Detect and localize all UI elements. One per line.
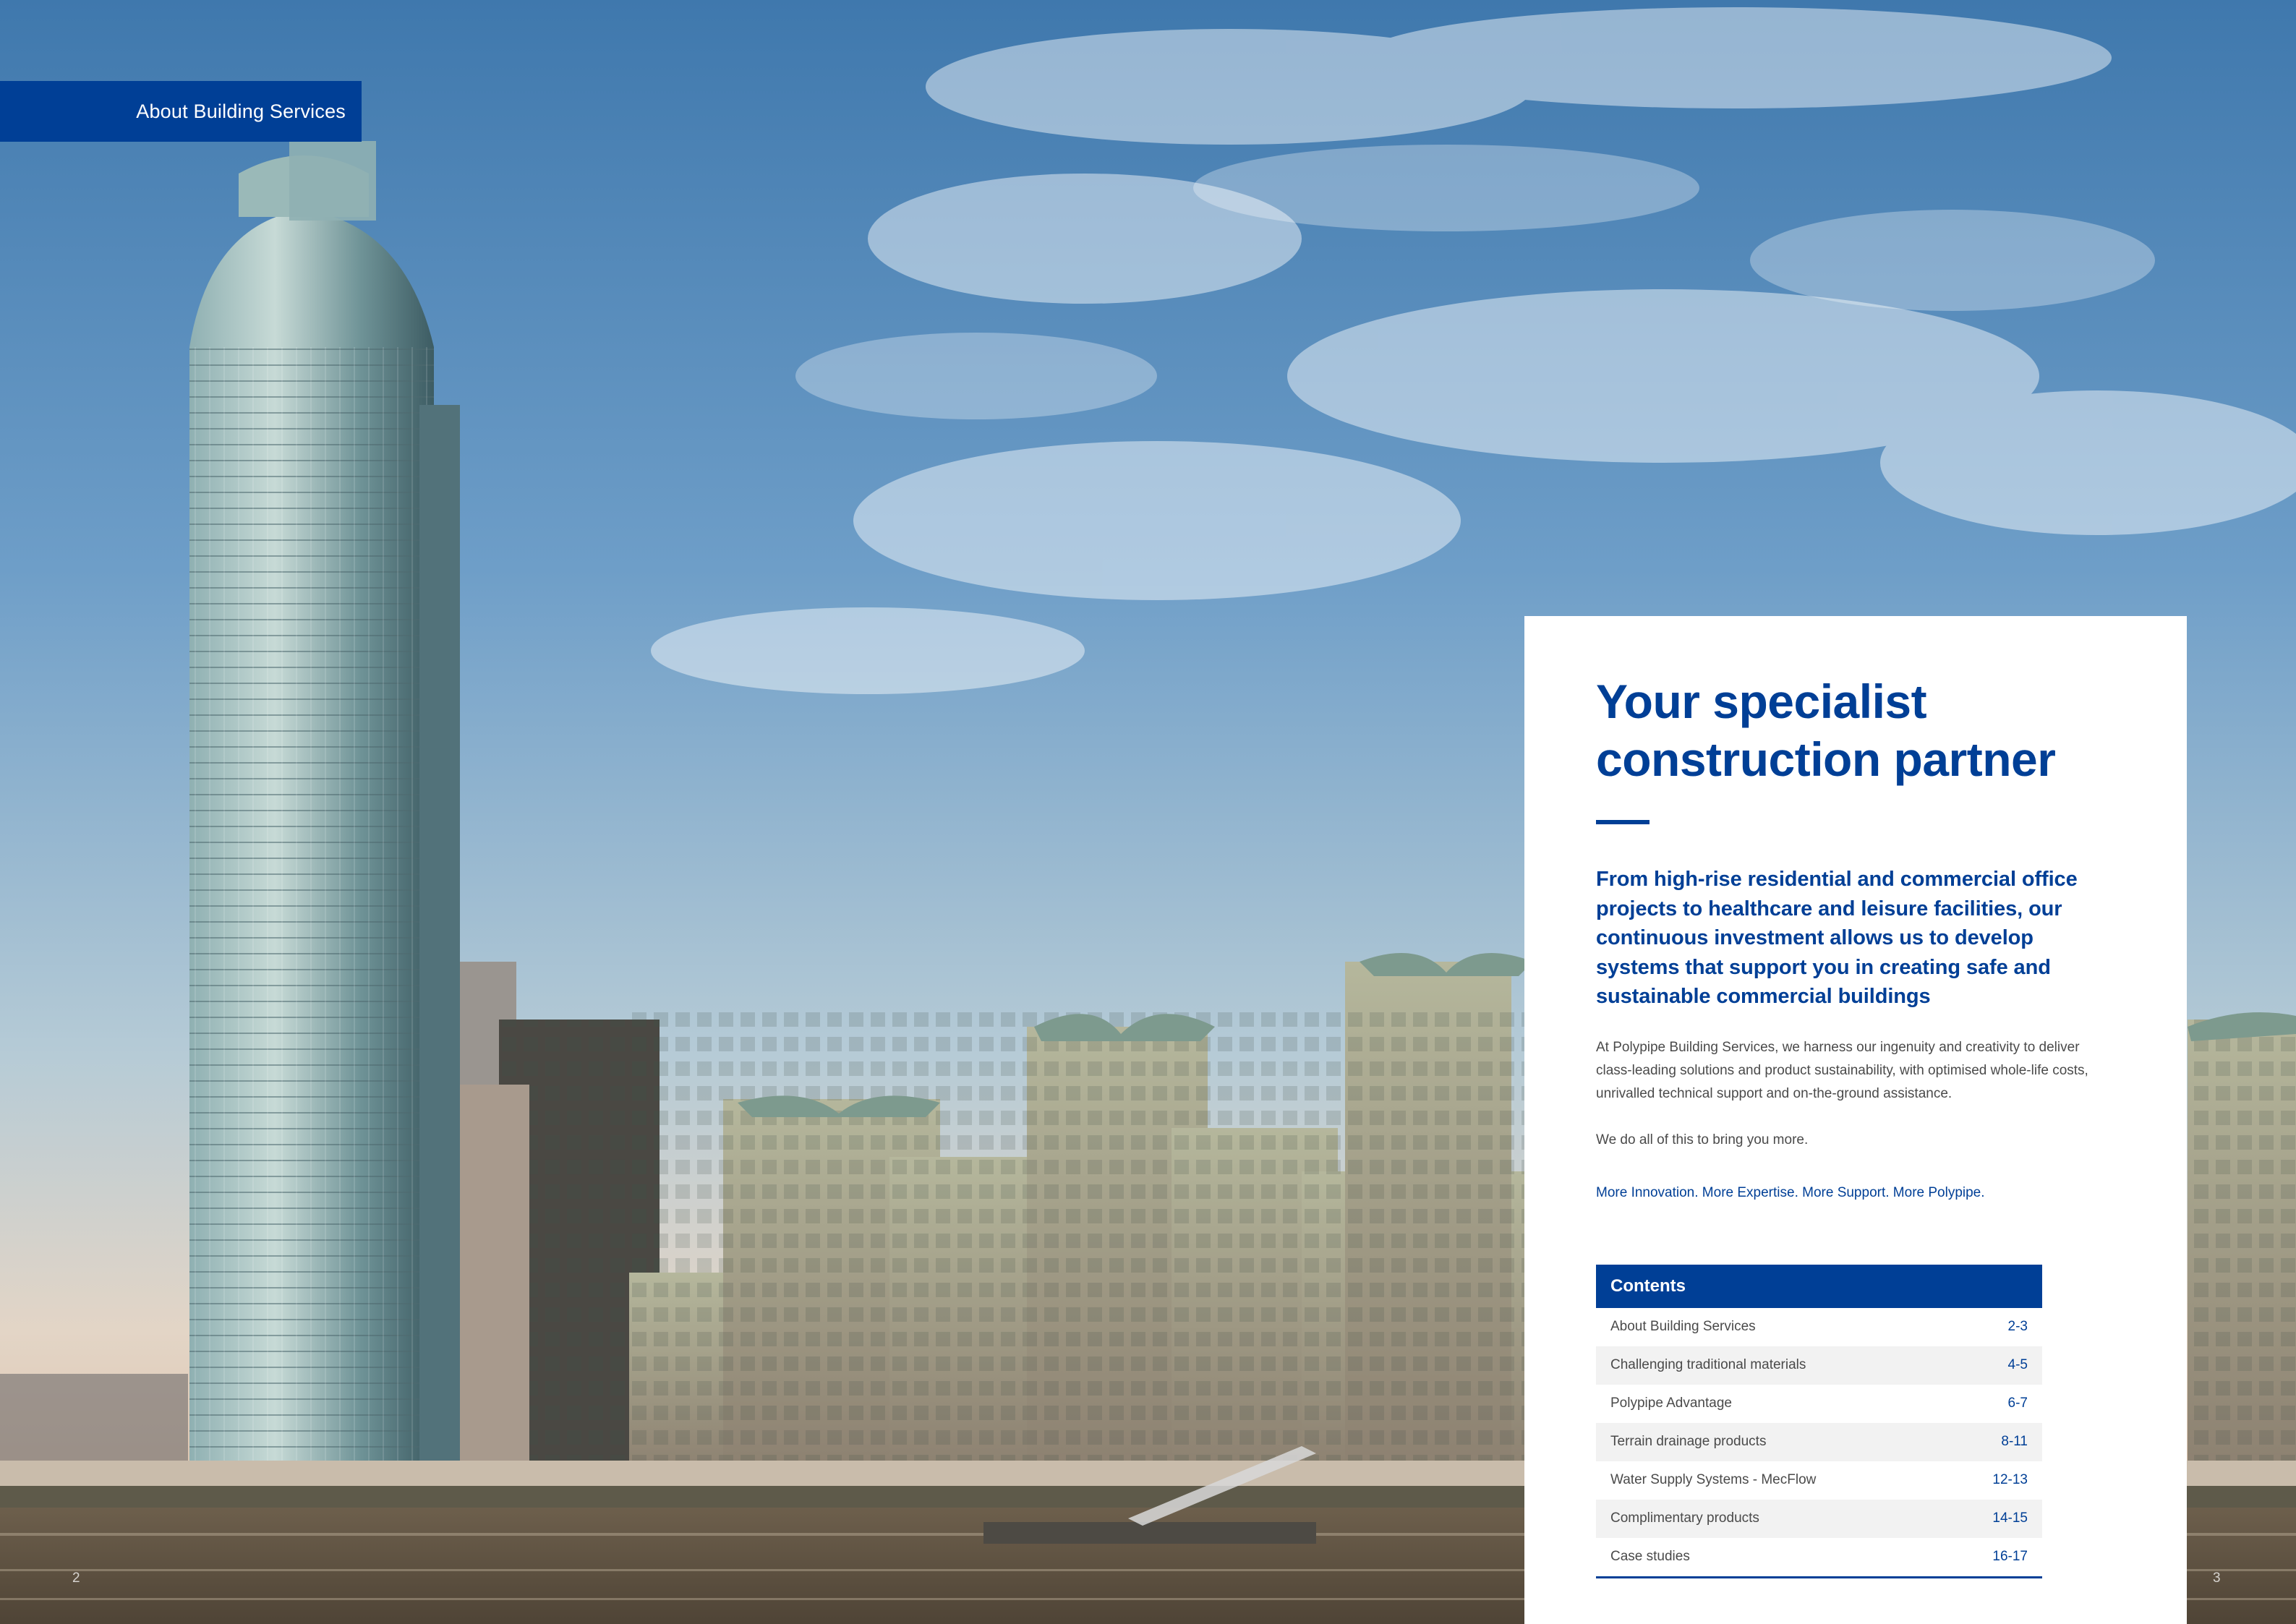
contents-row[interactable]: Challenging traditional materials 4-5 — [1596, 1346, 2042, 1385]
contents-pages: 6-7 — [2007, 1396, 2028, 1411]
contents-row[interactable]: Water Supply Systems - MecFlow 12-13 — [1596, 1461, 2042, 1500]
contents-row[interactable]: Complimentary products 14-15 — [1596, 1499, 2042, 1538]
contents-label: About Building Services — [1610, 1319, 1756, 1334]
contents-pages: 8-11 — [2001, 1434, 2028, 1449]
contents-table: Contents About Building Services 2-3 Cha… — [1596, 1264, 2042, 1578]
contents-pages: 2-3 — [2007, 1319, 2028, 1334]
contents-label: Water Supply Systems - MecFlow — [1610, 1472, 1817, 1487]
section-tab-label: About Building Services — [136, 100, 346, 122]
contents-pages: 14-15 — [1992, 1510, 2028, 1526]
tagline: More Innovation. More Expertise. More Su… — [1596, 1184, 1985, 1200]
section-tab[interactable]: About Building Services — [0, 81, 362, 142]
contents-rows: About Building Services 2-3 Challenging … — [1596, 1308, 2042, 1578]
title-line-1: Your specialist — [1596, 675, 1927, 728]
page-title: Your specialist construction partner — [1596, 672, 2116, 788]
contents-label: Polypipe Advantage — [1610, 1396, 1732, 1411]
title-line-2: construction partner — [1596, 732, 2056, 786]
contents-row[interactable]: About Building Services 2-3 — [1596, 1308, 2042, 1346]
contents-pages: 16-17 — [1992, 1549, 2028, 1564]
contents-pages: 4-5 — [2007, 1357, 2028, 1372]
contents-row[interactable]: Case studies 16-17 — [1596, 1538, 2042, 1576]
contents-row[interactable]: Terrain drainage products 8-11 — [1596, 1422, 2042, 1461]
page-number-left: 2 — [72, 1570, 80, 1586]
page-number-right: 3 — [2213, 1570, 2221, 1586]
contents-pages: 12-13 — [1992, 1472, 2028, 1487]
body-paragraph-1: At Polypipe Building Services, we harnes… — [1596, 1039, 2088, 1101]
body-paragraph-2: We do all of this to bring you more. — [1596, 1132, 1809, 1148]
contents-label: Complimentary products — [1610, 1510, 1759, 1526]
intro-panel: Your specialist construction partner Fro… — [1524, 616, 2187, 1624]
contents-label: Terrain drainage products — [1610, 1434, 1767, 1449]
contents-label: Case studies — [1610, 1549, 1690, 1564]
lead-paragraph: From high-rise residential and commercia… — [1596, 868, 2078, 1008]
contents-header: Contents — [1596, 1264, 2042, 1308]
brochure-spread: About Building Services 2 3 Your special… — [0, 0, 2296, 1624]
contents-label: Challenging traditional materials — [1610, 1357, 1806, 1372]
contents-row[interactable]: Polypipe Advantage 6-7 — [1596, 1385, 2042, 1423]
title-divider — [1596, 820, 1650, 824]
